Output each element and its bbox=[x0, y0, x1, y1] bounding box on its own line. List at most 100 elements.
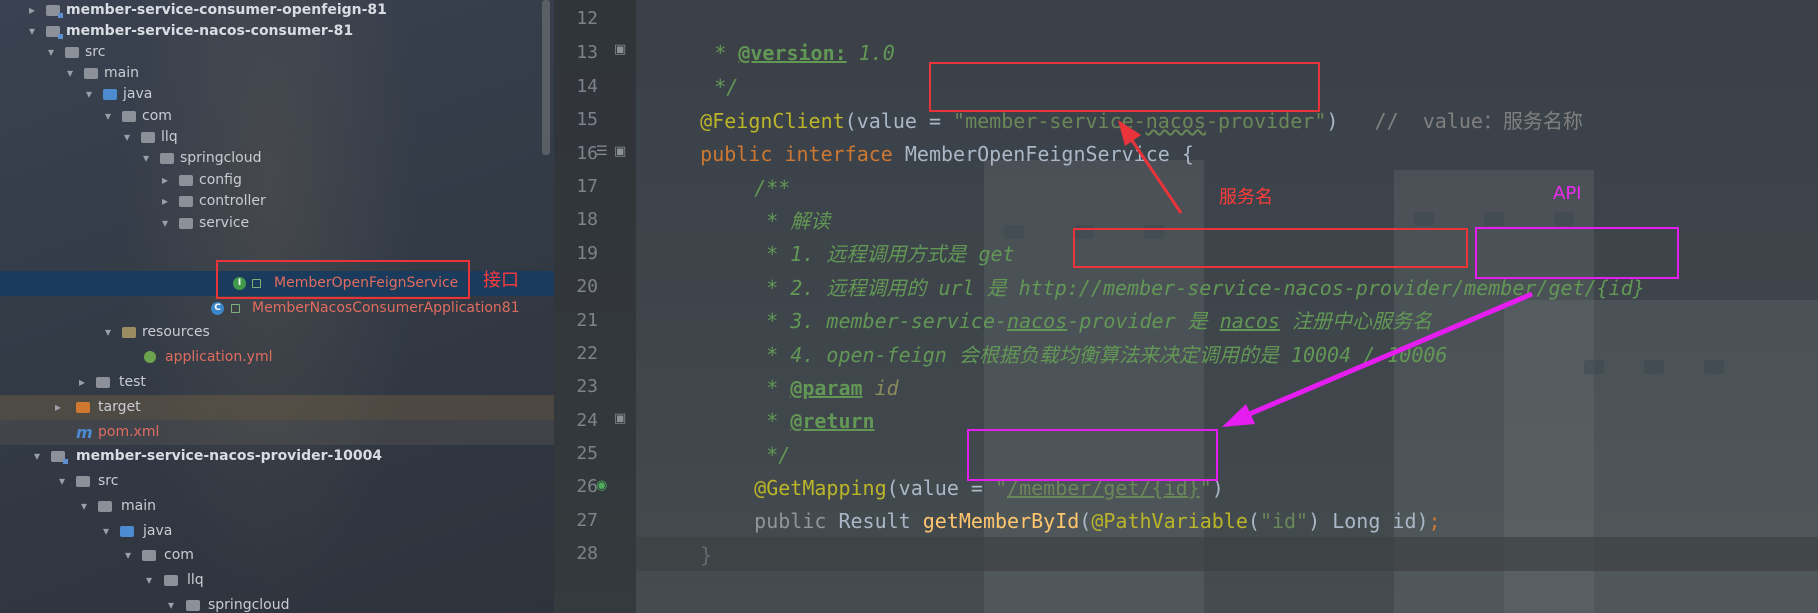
lock-icon bbox=[252, 279, 261, 288]
code-token: @version: bbox=[738, 41, 847, 65]
module-folder-icon bbox=[51, 451, 68, 464]
tree-item-resources[interactable]: ▾ resources bbox=[0, 320, 554, 345]
tree-item-label: resources bbox=[142, 324, 210, 340]
code-token: @PathVariable bbox=[1091, 509, 1248, 533]
tree-item-label: springcloud bbox=[208, 597, 290, 613]
code-line-13[interactable]: */ bbox=[654, 36, 738, 99]
tree-item-consumer-application[interactable]: C MemberNacosConsumerApplication81 bbox=[0, 296, 554, 321]
tree-item-llq[interactable]: ▾ llq bbox=[0, 568, 554, 593]
tree-item-label: MemberOpenFeignService bbox=[274, 275, 459, 291]
code-token: interface bbox=[784, 142, 893, 166]
code-token: ) Long id) bbox=[1308, 509, 1429, 533]
folder-icon bbox=[65, 47, 79, 58]
chevron-down-icon[interactable]: ▾ bbox=[159, 211, 171, 236]
line-number: 18 bbox=[576, 209, 598, 230]
line-number: 22 bbox=[576, 343, 598, 364]
tree-item-java[interactable]: ▾ java bbox=[0, 519, 554, 544]
code-line-22[interactable]: * @param id bbox=[706, 337, 898, 400]
code-line-15[interactable]: public interface MemberOpenFeignService … bbox=[652, 103, 1194, 166]
code-line-12[interactable]: * @version: 1.0 bbox=[654, 2, 895, 65]
code-token: -provider bbox=[1205, 109, 1315, 133]
tree-item-label: MemberNacosConsumerApplication81 bbox=[252, 300, 520, 316]
code-line-23[interactable]: * @return bbox=[706, 370, 874, 433]
code-token: MemberOpenFeignService { bbox=[892, 142, 1194, 166]
code-token: Result bbox=[826, 509, 923, 533]
spring-app-icon: C bbox=[211, 302, 224, 315]
line-number: 16 bbox=[576, 143, 598, 164]
package-icon bbox=[142, 550, 156, 561]
code-line-14[interactable]: @FeignClient(value = "member-service-nac… bbox=[652, 70, 1583, 133]
folder-icon bbox=[96, 377, 110, 388]
background-window bbox=[1484, 212, 1504, 226]
tree-item-label: test bbox=[119, 374, 146, 390]
code-token: ( bbox=[1247, 509, 1260, 533]
code-line-28-current[interactable] bbox=[636, 537, 1818, 571]
package-icon bbox=[141, 132, 155, 143]
fold-icon[interactable]: ▣ bbox=[614, 144, 626, 159]
tree-item-member-openfeign-service-content[interactable]: I MemberOpenFeignService bbox=[0, 271, 554, 296]
lock-icon bbox=[231, 304, 240, 313]
tree-item-application-yml[interactable]: application.yml bbox=[0, 345, 554, 370]
fold-icon[interactable]: ▣ bbox=[614, 411, 626, 426]
fold-icon[interactable]: ▣ bbox=[614, 42, 626, 57]
chevron-down-icon[interactable]: ▾ bbox=[165, 593, 177, 613]
line-number-gutter: 12 13 14 15 16 17 18 19 20 21 22 23 24 2… bbox=[554, 0, 636, 613]
code-token: ( bbox=[1079, 509, 1092, 533]
line-number: 17 bbox=[576, 176, 598, 197]
tree-scrollbar[interactable] bbox=[542, 0, 550, 155]
chevron-down-icon[interactable]: ▾ bbox=[78, 494, 90, 519]
implementation-gutter-icon[interactable]: ◉ bbox=[596, 478, 607, 493]
code-line-27[interactable]: } bbox=[652, 504, 712, 567]
line-number: 28 bbox=[576, 543, 598, 564]
folder-icon bbox=[76, 476, 90, 487]
chevron-right-icon[interactable]: ▸ bbox=[52, 395, 64, 420]
tree-item-label: service bbox=[199, 215, 250, 231]
tree-item-target[interactable]: ▸ target bbox=[0, 395, 554, 420]
code-token: " bbox=[1314, 109, 1327, 133]
code-line-18[interactable]: * 1. 远程调用方式是 get bbox=[706, 203, 1014, 266]
chevron-down-icon[interactable]: ▾ bbox=[56, 469, 68, 494]
line-number: 26 bbox=[576, 476, 598, 497]
code-line-21[interactable]: * 4. open-feign 会根据负载均衡算法来决定调用的是 10004 /… bbox=[706, 304, 1447, 367]
tree-item-test[interactable]: ▸ test bbox=[0, 370, 554, 395]
code-line-26[interactable]: public Result getMemberById(@PathVariabl… bbox=[706, 470, 1440, 533]
code-editor[interactable]: 12 13 14 15 16 17 18 19 20 21 22 23 24 2… bbox=[554, 0, 1818, 613]
folder-icon bbox=[98, 501, 112, 512]
chevron-right-icon[interactable]: ▸ bbox=[76, 370, 88, 395]
doc-render-icon[interactable]: ☰ bbox=[596, 144, 608, 159]
code-token: 1.0 bbox=[846, 41, 895, 65]
tree-item-main[interactable]: ▾ main bbox=[0, 494, 554, 519]
tree-item-label: llq bbox=[187, 572, 204, 588]
source-folder-icon bbox=[103, 89, 117, 100]
code-line-19[interactable]: * 2. 远程调用的 url 是 http://member-service-n… bbox=[706, 237, 1645, 300]
tree-item-src[interactable]: ▾ src bbox=[0, 469, 554, 494]
package-icon bbox=[160, 153, 174, 164]
target-folder-icon bbox=[76, 402, 90, 413]
chevron-down-icon[interactable]: ▾ bbox=[100, 519, 112, 544]
code-line-24[interactable]: */ bbox=[706, 404, 790, 467]
yaml-file-icon bbox=[144, 351, 156, 363]
tree-item-label: member-service-nacos-provider-10004 bbox=[76, 448, 383, 464]
code-token: ; bbox=[1428, 509, 1441, 533]
tree-item-com[interactable]: ▾ com bbox=[0, 543, 554, 568]
code-line-17[interactable]: * 解读 bbox=[706, 170, 830, 233]
package-icon bbox=[179, 218, 193, 229]
tree-item-springcloud[interactable]: ▾ springcloud bbox=[0, 593, 554, 613]
chevron-down-icon[interactable]: ▾ bbox=[143, 568, 155, 593]
line-number: 25 bbox=[576, 443, 598, 464]
module-folder-icon bbox=[46, 5, 63, 18]
code-line-20[interactable]: * 3. member-service-nacos-provider 是 nac… bbox=[706, 270, 1432, 333]
code-line-16[interactable]: /** bbox=[706, 137, 790, 200]
tree-item-pom-xml[interactable]: m pom.xml bbox=[0, 420, 554, 445]
chevron-down-icon[interactable]: ▾ bbox=[102, 320, 114, 345]
chevron-down-icon[interactable]: ▾ bbox=[122, 543, 134, 568]
annotation-note-interface: 接口 bbox=[483, 270, 519, 291]
project-tree-panel: ▸ member-service-consumer-openfeign-81 ▾… bbox=[0, 0, 554, 613]
tree-item-service[interactable]: ▾ service bbox=[0, 211, 554, 236]
package-icon bbox=[164, 575, 178, 586]
chevron-down-icon[interactable]: ▾ bbox=[31, 444, 43, 469]
code-token: getMemberById bbox=[922, 509, 1080, 533]
code-token: @return bbox=[790, 409, 875, 433]
tree-item-nacos-provider-module[interactable]: ▾ member-service-nacos-provider-10004 bbox=[0, 444, 554, 469]
code-line-25[interactable]: @GetMapping(value = "/member/get/{id}") bbox=[706, 437, 1224, 500]
